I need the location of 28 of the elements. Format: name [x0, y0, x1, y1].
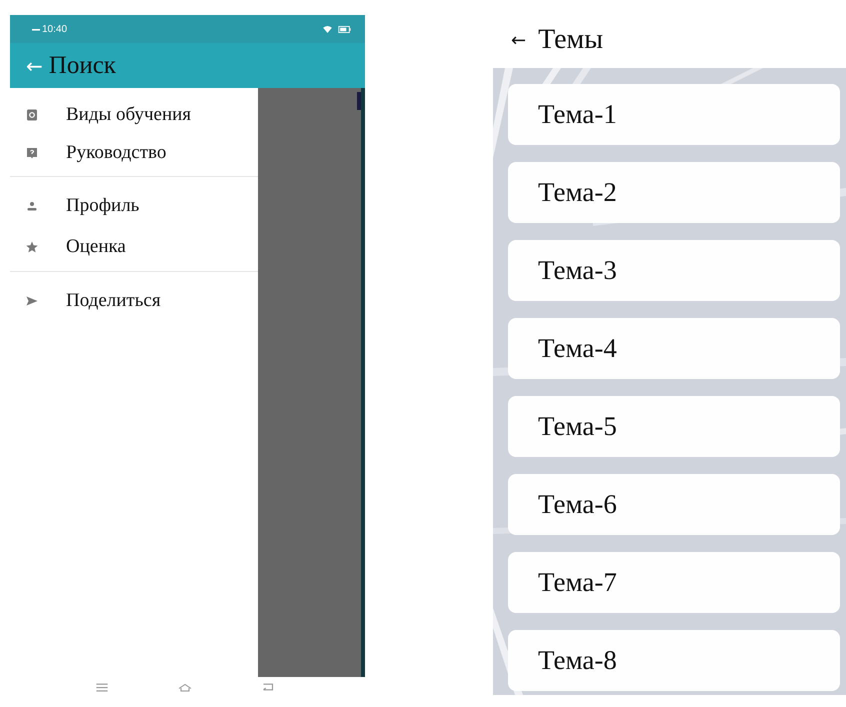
topic-card[interactable]: Тема-4	[508, 318, 840, 379]
topic-card[interactable]: Тема-2	[508, 162, 840, 223]
drawer-item[interactable]: Профиль	[10, 185, 258, 226]
person-icon	[26, 200, 38, 212]
topic-card[interactable]: Тема-3	[508, 240, 840, 301]
topic-card[interactable]: Тема-6	[508, 474, 840, 535]
screen-title: Поиск	[48, 52, 116, 80]
drawer-item[interactable]: Поделиться	[10, 280, 258, 321]
battery-icon	[338, 26, 351, 32]
screen-title: Темы	[538, 24, 604, 56]
topic-card[interactable]: Тема-7	[508, 552, 840, 613]
drawer-item[interactable]: Руководство	[10, 134, 258, 172]
drawer-item[interactable]: Оценка	[10, 226, 258, 267]
scrollbar	[357, 92, 361, 110]
wifi-icon	[323, 26, 332, 32]
topic-card[interactable]: Тема-5	[508, 396, 840, 457]
back-button[interactable]: ←	[511, 30, 526, 50]
signal-icon	[32, 27, 40, 31]
drawer-item[interactable]: Виды обучения	[10, 96, 258, 134]
back-icon[interactable]	[261, 683, 275, 692]
status-time: 10:40	[42, 24, 68, 34]
send-icon	[26, 294, 38, 306]
star-icon	[26, 240, 38, 252]
topic-card[interactable]: Тема-8	[508, 630, 840, 691]
menu-icon[interactable]	[95, 683, 109, 692]
home-icon[interactable]	[178, 683, 192, 692]
help-icon	[26, 147, 38, 159]
topic-card[interactable]: Тема-1	[508, 84, 840, 145]
